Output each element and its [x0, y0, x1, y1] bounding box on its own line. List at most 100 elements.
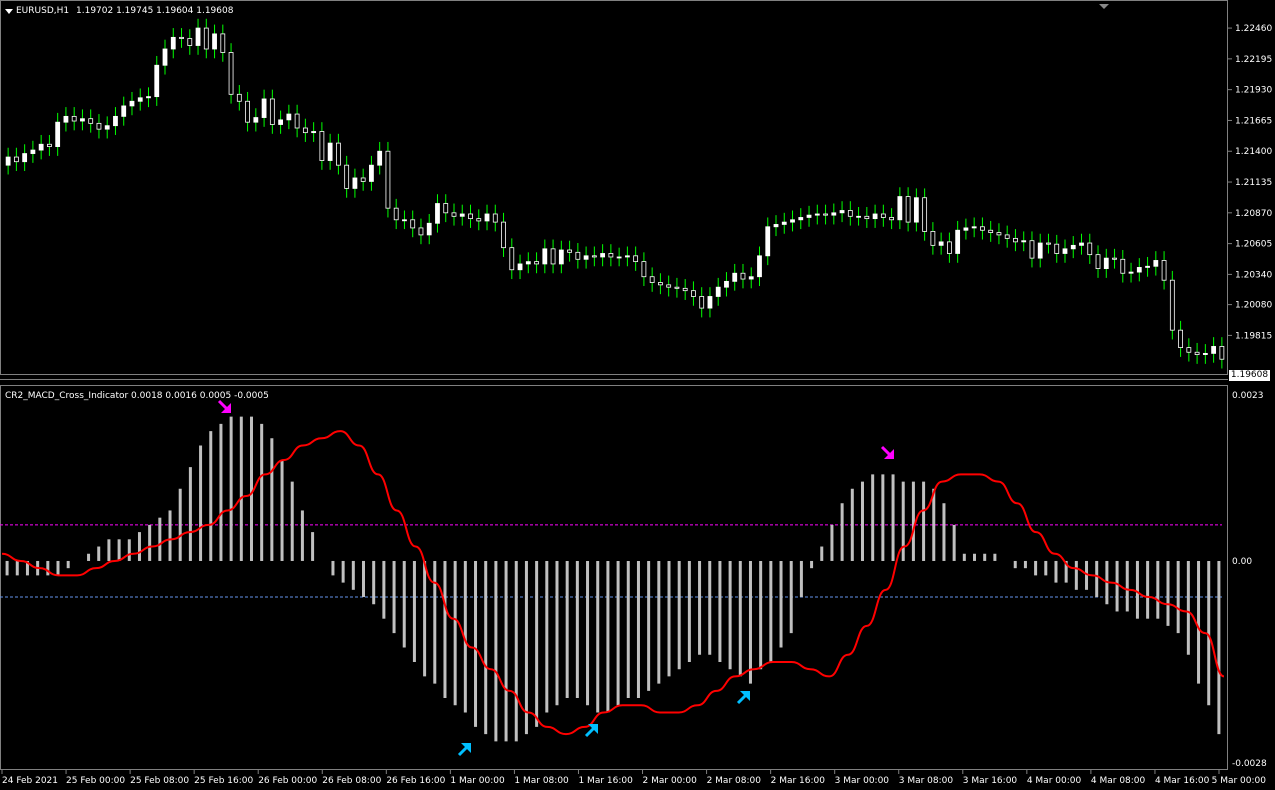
candle-body	[335, 142, 341, 166]
candle-body	[790, 219, 795, 223]
candle-body	[96, 122, 102, 130]
candle-body	[203, 27, 209, 50]
candle-body	[459, 213, 465, 217]
candle-body	[674, 286, 680, 289]
candle-body	[1079, 242, 1084, 246]
candle-body	[839, 210, 845, 214]
candle-body	[228, 52, 234, 95]
candle-body	[1145, 265, 1150, 268]
candle-body	[988, 229, 994, 233]
candle-body	[757, 255, 762, 278]
time-tick-label: 24 Feb 2021	[2, 776, 58, 786]
candle-body	[71, 115, 77, 122]
candle-body	[1169, 279, 1175, 331]
candle-body	[649, 276, 655, 283]
candle-body	[360, 177, 366, 182]
symbol-menu-icon[interactable]	[5, 9, 13, 14]
time-tick-label: 26 Feb 08:00	[322, 776, 381, 786]
candle-body	[847, 210, 853, 217]
candle-body	[1021, 240, 1027, 243]
candle-body	[311, 131, 317, 134]
candle-body	[22, 153, 28, 163]
chart-shift-icon[interactable]	[1099, 4, 1109, 9]
candle-body	[451, 212, 457, 217]
price-tick-label: 1.20870	[1235, 209, 1272, 219]
price-tick-label: 1.19815	[1235, 331, 1272, 341]
time-tick-label: 2 Mar 16:00	[771, 776, 826, 786]
price-tick-label: 1.21665	[1235, 116, 1272, 126]
candle-body	[616, 256, 622, 259]
candle-body	[699, 296, 705, 309]
candle-body	[1062, 248, 1068, 254]
candle-body	[534, 261, 539, 265]
candle-body	[1037, 242, 1043, 259]
candle-body	[38, 143, 44, 151]
candle-body	[484, 213, 490, 222]
buy-arrow-icon	[736, 691, 750, 705]
candle-body	[608, 253, 614, 258]
candle-body	[302, 127, 308, 134]
candle-body	[5, 156, 11, 166]
candle-body	[724, 280, 729, 288]
candle-body	[773, 224, 779, 228]
candle-body	[509, 247, 515, 271]
candle-body	[435, 203, 440, 224]
time-tick-label: 1 Mar 00:00	[450, 776, 505, 786]
candle-body	[1153, 260, 1159, 267]
candle-body	[1046, 242, 1051, 245]
level-lines	[0, 524, 1222, 598]
candle-body	[567, 249, 572, 253]
candle-body	[129, 100, 135, 107]
candle-body	[658, 282, 663, 286]
candle-body	[732, 272, 738, 282]
candle-body	[781, 221, 787, 225]
candle-body	[1161, 260, 1167, 281]
candle-body	[682, 287, 688, 292]
candles-group	[5, 18, 1225, 369]
candle-body	[269, 98, 275, 125]
candle-body	[55, 121, 61, 147]
candle-body	[1202, 353, 1208, 355]
candle-body	[154, 64, 160, 98]
price-tick-label: 1.21930	[1235, 86, 1272, 96]
candle-body	[47, 143, 52, 147]
candle-body	[179, 36, 184, 39]
candle-body	[575, 251, 581, 260]
price-tick-label: 1.21135	[1235, 178, 1272, 188]
candle-body	[1186, 347, 1192, 353]
time-tick-label: 4 Mar 16:00	[1155, 776, 1210, 786]
symbol-label: EURUSD,H1	[16, 6, 70, 16]
candle-body	[691, 290, 696, 297]
candle-body	[501, 221, 506, 249]
candle-body	[352, 177, 358, 189]
candle-body	[1103, 257, 1109, 269]
candle-body	[864, 215, 870, 220]
ohlc-values: 1.19702 1.19745 1.19604 1.19608	[76, 6, 234, 16]
candle-body	[1112, 257, 1117, 260]
symbol-header: EURUSD,H1 1.19702 1.19745 1.19604 1.1960…	[16, 6, 233, 16]
time-tick-label: 26 Feb 00:00	[258, 776, 317, 786]
candle-body	[798, 217, 804, 221]
time-tick-label: 25 Feb 08:00	[130, 776, 189, 786]
time-tick-label: 5 Mar 00:00	[1212, 776, 1267, 786]
candle-body	[641, 261, 647, 278]
price-tick-label: 1.21400	[1235, 147, 1272, 157]
candle-body	[278, 119, 284, 125]
candle-body	[377, 150, 383, 166]
candle-body	[187, 38, 193, 46]
candle-body	[385, 150, 391, 209]
candle-body	[955, 229, 961, 254]
time-tick-label: 25 Feb 16:00	[194, 776, 253, 786]
candle-body	[872, 213, 878, 220]
candle-body	[946, 241, 952, 254]
time-tick-label: 26 Feb 16:00	[386, 776, 445, 786]
time-tick-label: 3 Mar 16:00	[963, 776, 1018, 786]
candle-body	[806, 214, 812, 218]
candle-body	[856, 215, 861, 218]
candle-body	[542, 248, 548, 265]
candle-body	[294, 113, 300, 129]
time-tick-label: 2 Mar 00:00	[643, 776, 698, 786]
candle-body	[393, 207, 399, 221]
candle-body	[121, 105, 127, 117]
time-tick-label: 4 Mar 00:00	[1027, 776, 1082, 786]
